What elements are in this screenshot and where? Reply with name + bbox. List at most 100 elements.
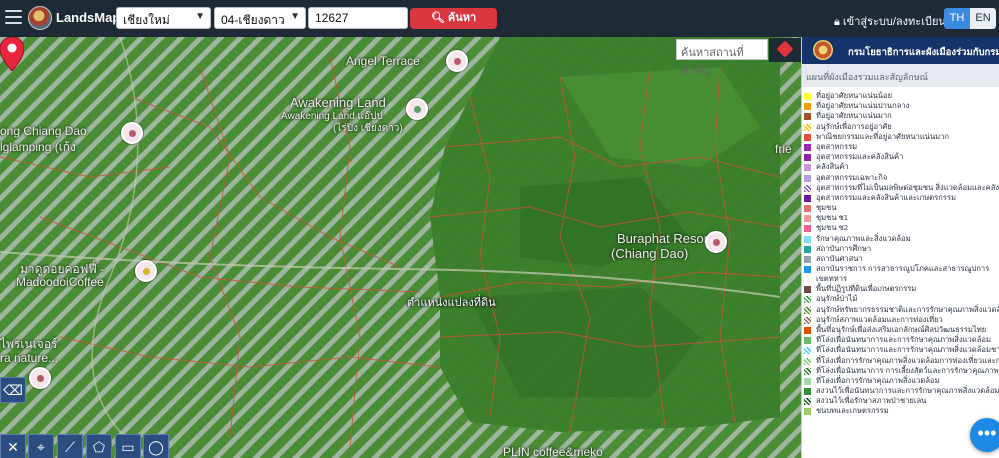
place-label-awakening-land-sub: (ไร่ปิ่ง เชียงดาว) [333,123,403,134]
draw-line-tool-icon[interactable]: ⟋ [57,434,83,458]
legend-swatch [804,367,811,375]
legend-swatch [804,286,811,294]
legend-label: อนุรักษ์ป่าไม้ [816,294,858,304]
legend-label: อุตสาหกรรม [816,141,858,151]
place-marker-buraphat[interactable] [705,231,727,253]
landsmaps-logo [28,6,52,30]
legend-item: ชุมชน [802,203,999,213]
search-button[interactable]: 🔍︎ ค้นหา [410,8,497,29]
legend-swatch [804,154,811,162]
legend-label: ที่โล่งเพื่อการรักษาคุณภาพสิ่งแวดล้อมการ… [816,355,999,365]
legend-label: ชุมชน ช1 [816,213,848,223]
legend-swatch [804,398,811,406]
legend-item: รักษาคุณภาพและสิ่งแวดล้อม [802,234,999,244]
legend-label: ที่อยู่อาศัยหนาแน่นมาก [816,111,892,121]
legend-item: คลังสินค้า [802,162,999,172]
legend-swatch [804,225,811,233]
measure-tool-icon[interactable]: ✕ [0,434,26,458]
district-select[interactable]: 04-เชียงดาว ▼ [214,7,306,29]
place-search-input[interactable]: ค้นหาสถานที่สำคัญ [676,39,768,77]
place-marker-madoodoi[interactable] [135,260,157,282]
lang-en-button[interactable]: EN [970,8,996,29]
legend-label: รักษาคุณภาพและสิ่งแวดล้อม [816,233,911,243]
legend-label: พื้นที่อนุรักษ์เพื่อส่งเสริมเอกลักษณ์ศิล… [816,324,987,334]
legend-item: อุตสาหกรรมและคลังสินค้า [802,152,999,162]
district-select-value: 04-เชียงดาว [221,13,285,27]
chat-button[interactable]: ••• [970,418,999,452]
legend-label: สถาบันการศึกษา [816,243,872,253]
legend-swatch [804,266,811,274]
legend-label: สงวนไว้เพื่อนันทนาการและการรักษาคุณภาพสิ… [816,386,999,396]
legend-item: ชุมชน ช2 [802,223,999,233]
legend-label: ที่โล่งเพื่อนันทนาการและการรักษาคุณภาพสิ… [816,345,999,355]
legend-item: สถาบันราชการ การสาธารณูปโภคและสาธารณูปกา… [802,264,992,284]
legend-swatch [804,133,811,141]
legend-item: อุตสาหกรรมและคลังสินค้าและเกษตรกรรม [802,193,999,203]
place-label-awakening-land: Awakening Land [290,95,386,110]
legend-label: อนุรักษ์เพื่อการอยู่อาศัย [816,121,892,131]
place-marker-angel-terrace[interactable] [446,50,468,72]
legend-label: อนุรักษ์สภาพแวดล้อมและการท่องเที่ยว [816,314,943,324]
legend-label: ที่อยู่อาศัยหนาแน่นปานกลาง [816,101,910,111]
lang-th-button[interactable]: TH [944,8,970,29]
legend-label: สถาบันศาสนา [816,254,863,263]
legend-item: ที่อยู่อาศัยหนาแน่นน้อย [802,91,999,101]
place-marker-nature[interactable] [29,367,51,389]
legend-item: สถาบันศาสนา [802,254,999,264]
legend-swatch [804,103,811,111]
legend-swatch [804,357,811,365]
legend-item: อนุรักษ์เพื่อการอยู่อาศัย [802,122,999,132]
legend-swatch [804,408,811,416]
place-marker-tool-icon[interactable]: ⌖ [28,434,54,458]
legend-label: สถาบันราชการ การสาธารณูปโภคและสาธารณูปกา… [816,264,990,284]
legend-item: อนุรักษ์ทรัพยากรธรรมชาติและการรักษาคุณภา… [802,305,999,315]
menu-icon[interactable] [5,10,22,25]
legend-panel-subtitle: แผนที่ผังเมืองรวมและสัญลักษณ์ [802,64,999,87]
search-button-label: ค้นหา [447,12,477,24]
legend-swatch [804,205,811,213]
legend-swatch [804,184,811,192]
legend-label: พื้นที่ปฏิรูปที่ดินเพื่อเกษตรกรรม [816,284,917,294]
lock-icon: 🔒︎ [834,16,843,28]
place-marker-awakening-land[interactable] [406,98,428,120]
place-label-angel-terrace: Angel Terrace [346,54,420,68]
eraser-tool-icon[interactable]: ⌫ [0,377,26,403]
legend-swatch [804,347,811,355]
legend-label: ชุมชน [816,203,837,213]
legend-item: ที่โล่งเพื่อนันทนาการและการรักษาคุณภาพสิ… [802,335,999,345]
place-marker-glamping[interactable] [121,122,143,144]
legend-panel-header: กรมโยธาธิการและผังเมืองร่วมกับกรมที่ดิน [802,37,999,64]
legend-item: ที่โล่งเพื่อนันทนาการ การเลี้ยงสัตว์และก… [802,366,999,376]
parcel-location-pin-icon[interactable] [0,37,24,71]
chevron-down-icon: ▼ [195,11,205,22]
parcel-number-input[interactable]: 12627 [308,7,408,29]
legend-label: สงวนไว้เพื่อรักษาสภาพป่าชายเลน [816,396,927,406]
draw-circle-tool-icon[interactable]: ◯ [143,434,169,458]
province-select[interactable]: เชียงใหม่ ▼ [116,7,211,29]
legend-swatch [804,164,811,172]
landsmaps-app: LandsMaps เชียงใหม่ ▼ 04-เชียงดาว ▼ 1262… [0,0,999,458]
login-link[interactable]: 🔒︎ เข้าสู่ระบบ/ลงทะเบียน [834,12,946,30]
legend-swatch [804,93,811,100]
legend-item: สงวนไว้เพื่อรักษาสภาพป่าชายเลน [802,396,999,406]
legend-item: ที่โล่งเพื่อการรักษาคุณภาพสิ่งแวดล้อมการ… [802,356,999,366]
place-label-ong-chiang-dao: ong Chiang Dao [0,124,87,138]
legend-swatch [804,123,811,131]
layers-button[interactable] [769,38,801,62]
legend-item: ที่โล่งเพื่อนันทนาการและการรักษาคุณภาพสิ… [802,345,999,355]
legend-swatch [804,326,811,334]
login-label: เข้าสู่ระบบ/ลงทะเบียน [842,16,946,28]
place-label-buraphat-sub: (Chiang Dao) [611,246,689,261]
legend-label: อุตสาหกรรมและคลังสินค้าและเกษตรกรรม [816,192,956,202]
draw-polygon-tool-icon[interactable]: ⬠ [86,434,112,458]
draw-rectangle-tool-icon[interactable]: ▭ [115,434,141,458]
layers-icon [776,40,794,58]
place-label-friend: frie [775,142,792,156]
legend-label: ที่โล่งเพื่อนันทนาการและการรักษาคุณภาพสิ… [816,335,991,345]
legend-swatch [804,113,811,121]
place-label-bottom-coffee: PLIN coffee&meko [503,445,603,458]
parcel-location-label: ตำแหน่งแปลงที่ดิน [407,297,496,309]
place-label-glamping: lglamping (เก้ง [0,140,76,154]
legend-item: พื้นที่ปฏิรูปที่ดินเพื่อเกษตรกรรม [802,284,999,294]
legend-label: พาณิชยกรรมและที่อยู่อาศัยหนาแน่นมาก [816,131,950,141]
